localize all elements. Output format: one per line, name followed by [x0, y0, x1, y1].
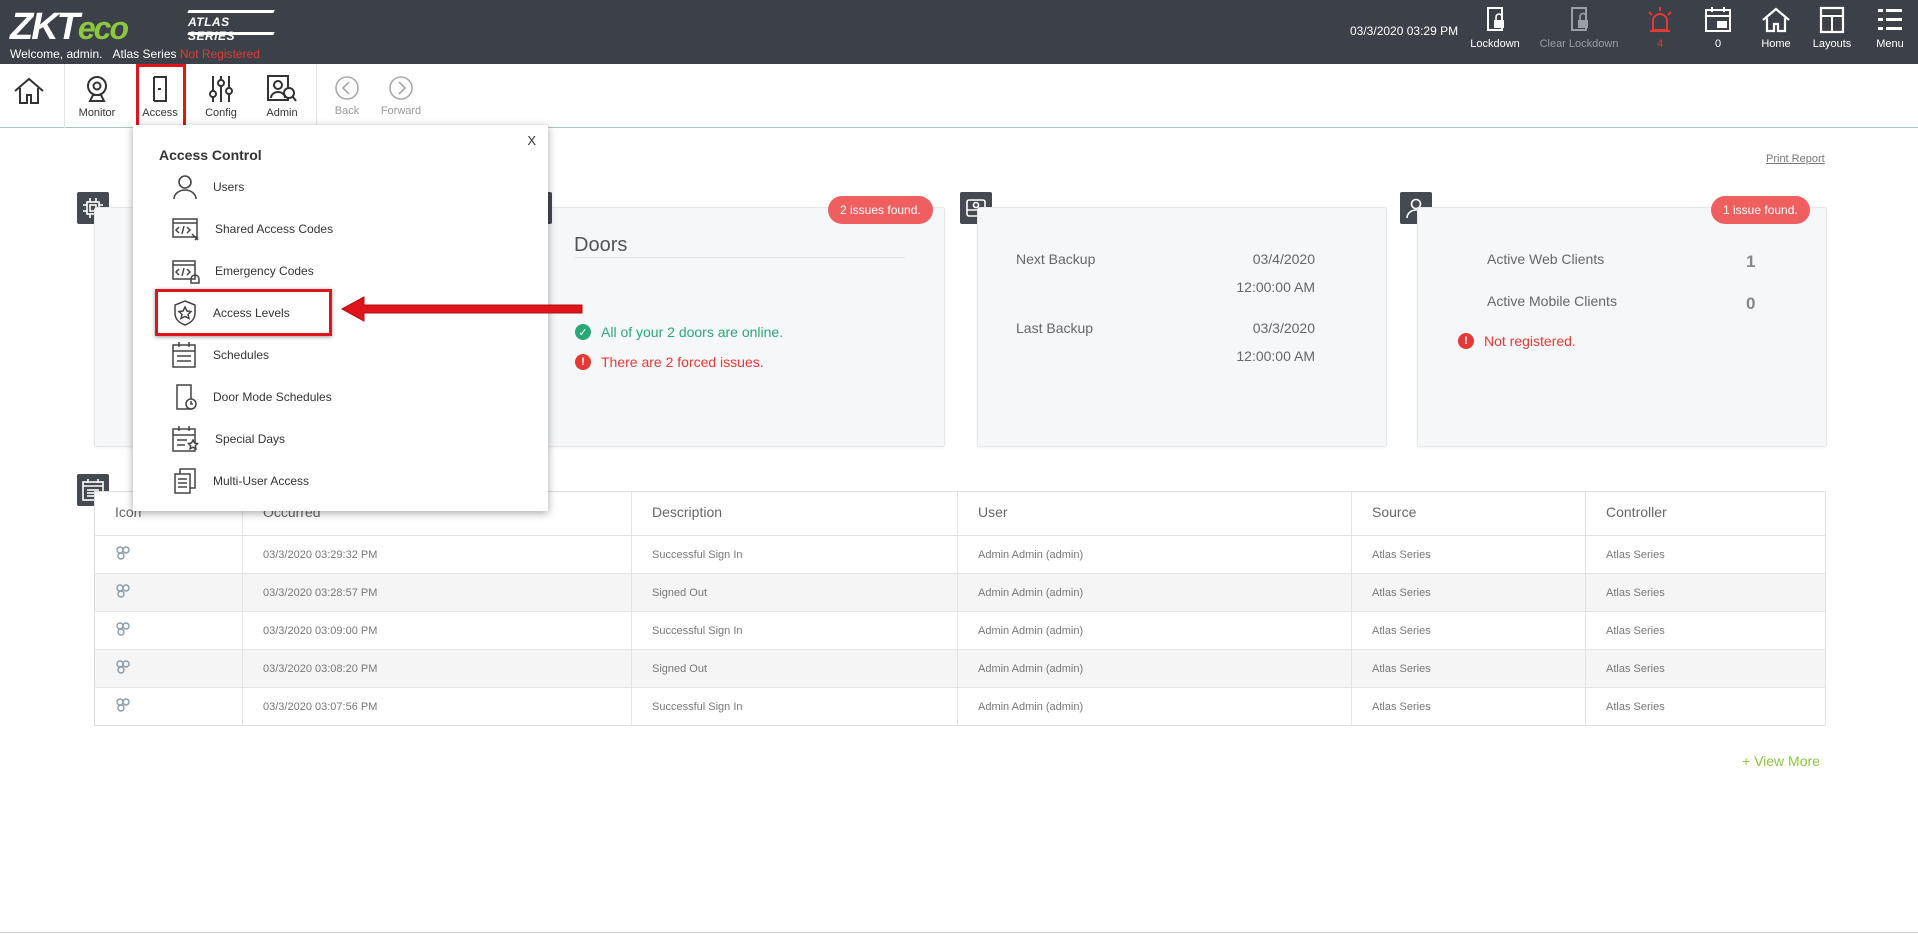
toolbar-config-button[interactable]: Config [192, 70, 250, 124]
atlas-series-logo: ATLAS SERIES [187, 10, 275, 43]
next-backup-label: Next Backup [1016, 251, 1096, 267]
web-clients-count: 1 [1746, 252, 1756, 271]
toolbar-admin-button[interactable]: Admin [253, 70, 311, 124]
doors-online-status: ✓ All of your 2 doors are online. [575, 324, 783, 340]
event-type-icon [116, 660, 130, 674]
menu-button[interactable]: Menu [1868, 6, 1912, 58]
column-header-source[interactable]: Source [1351, 491, 1586, 536]
dropdown-title: Access Control [159, 147, 262, 163]
shared-codes-icon [172, 218, 199, 241]
door-unlock-icon [1571, 7, 1588, 31]
table-row[interactable]: 03/3/2020 03:08:20 PM Signed Out Admin Adm… [94, 649, 1826, 688]
sliders-icon [209, 76, 233, 102]
current-datetime: 03/3/2020 03:29 PM [1350, 24, 1459, 38]
menu-item-door-mode-schedules[interactable]: Door Mode Schedules [171, 380, 471, 414]
top-bar: ZKTeco ATLAS SERIES Welcome, admin. Atla… [0, 0, 1918, 64]
alert-circle-icon: ! [575, 354, 591, 370]
documents-icon [174, 468, 196, 494]
menu-list-icon [1878, 9, 1902, 30]
table-row[interactable]: 03/3/2020 03:07:56 PM Successful Sign In A… [94, 687, 1826, 726]
annotation-arrow-icon [340, 296, 583, 322]
event-type-icon [116, 698, 130, 712]
last-backup-date: 03/3/2020 [1252, 320, 1315, 336]
events-table: Icon Occurred Description User Source Co… [94, 491, 1826, 726]
toolbar-monitor-button[interactable]: Monitor [68, 70, 126, 124]
home-icon [14, 77, 44, 104]
clients-registration-status[interactable]: ! Not registered. [1458, 333, 1576, 349]
forward-arrow-icon [389, 76, 413, 100]
layouts-button[interactable]: Layouts [1810, 6, 1854, 58]
last-backup-time: 12:00:00 AM [1236, 348, 1315, 364]
menu-item-users[interactable]: Users [171, 170, 471, 204]
column-header-controller[interactable]: Controller [1585, 491, 1826, 536]
event-type-icon [116, 546, 130, 560]
welcome-text: Welcome, admin. Atlas Series Not Registe… [10, 47, 260, 61]
home-icon [1762, 7, 1790, 33]
view-more-link[interactable]: + View More [1742, 753, 1820, 769]
toolbar-forward-button[interactable]: Forward [372, 70, 430, 124]
calendar-star-icon [172, 426, 200, 452]
calendar-icon [172, 342, 196, 368]
toolbar-back-button[interactable]: Back [318, 70, 376, 124]
mobile-clients-count: 0 [1746, 294, 1756, 313]
doors-forced-status[interactable]: ! There are 2 forced issues. [575, 354, 764, 370]
user-icon [173, 175, 197, 200]
dropdown-close-button[interactable]: X [527, 133, 536, 148]
toolbar-home-button[interactable] [0, 70, 58, 124]
check-circle-icon: ✓ [575, 324, 591, 340]
event-type-icon [116, 622, 130, 636]
column-header-user[interactable]: User [957, 491, 1352, 536]
door-lock-icon [1487, 7, 1504, 31]
menu-item-schedules[interactable]: Schedules [171, 338, 471, 372]
access-highlight-box [136, 64, 186, 128]
events-calendar-button[interactable]: 0 [1698, 6, 1738, 58]
emergency-codes-icon [172, 260, 200, 284]
calendar-mail-icon [1705, 7, 1731, 32]
lockdown-button[interactable]: Lockdown [1466, 6, 1524, 58]
access-levels-highlight-box [155, 289, 332, 336]
clients-card [1417, 207, 1827, 447]
event-type-icon [116, 584, 130, 598]
menu-item-shared-access-codes[interactable]: Shared Access Codes [171, 212, 471, 246]
print-report-link[interactable]: Print Report [1766, 153, 1825, 165]
clients-issues-badge[interactable]: 1 issue found. [1711, 196, 1810, 224]
webcam-icon [87, 76, 107, 102]
next-backup-time: 12:00:00 AM [1236, 279, 1315, 295]
registration-status: Not Registered [179, 47, 260, 61]
alarms-button[interactable]: 4 [1640, 6, 1680, 58]
back-arrow-icon [335, 76, 359, 100]
menu-item-multi-user-access[interactable]: Multi-User Access [171, 464, 471, 498]
admin-search-icon [267, 75, 297, 102]
zkteco-logo: ZKTeco [10, 6, 129, 48]
menu-item-special-days[interactable]: Special Days [171, 422, 471, 456]
table-row[interactable]: 03/3/2020 03:09:00 PM Successful Sign In A… [94, 611, 1826, 650]
layouts-icon [1819, 6, 1845, 34]
doors-issues-badge[interactable]: 2 issues found. [828, 196, 933, 224]
clear-lockdown-button[interactable]: Clear Lockdown [1536, 6, 1622, 58]
table-row[interactable]: 03/3/2020 03:29:32 PM Successful Sign In A… [94, 535, 1826, 574]
mobile-clients-label: Active Mobile Clients [1487, 293, 1617, 309]
column-header-description[interactable]: Description [631, 491, 958, 536]
doors-title: Doors [574, 234, 628, 256]
main-toolbar: Monitor Access Config Admin Back Forward [0, 64, 1918, 128]
last-backup-label: Last Backup [1016, 320, 1094, 336]
next-backup-date: 03/4/2020 [1252, 251, 1315, 267]
door-clock-icon [176, 384, 197, 410]
siren-icon [1648, 7, 1672, 32]
menu-item-emergency-codes[interactable]: Emergency Codes [171, 254, 471, 288]
home-nav-button[interactable]: Home [1754, 6, 1798, 58]
alert-circle-icon: ! [1458, 333, 1474, 349]
table-row[interactable]: 03/3/2020 03:28:57 PM Signed Out Admin Adm… [94, 573, 1826, 612]
web-clients-label: Active Web Clients [1487, 251, 1605, 267]
